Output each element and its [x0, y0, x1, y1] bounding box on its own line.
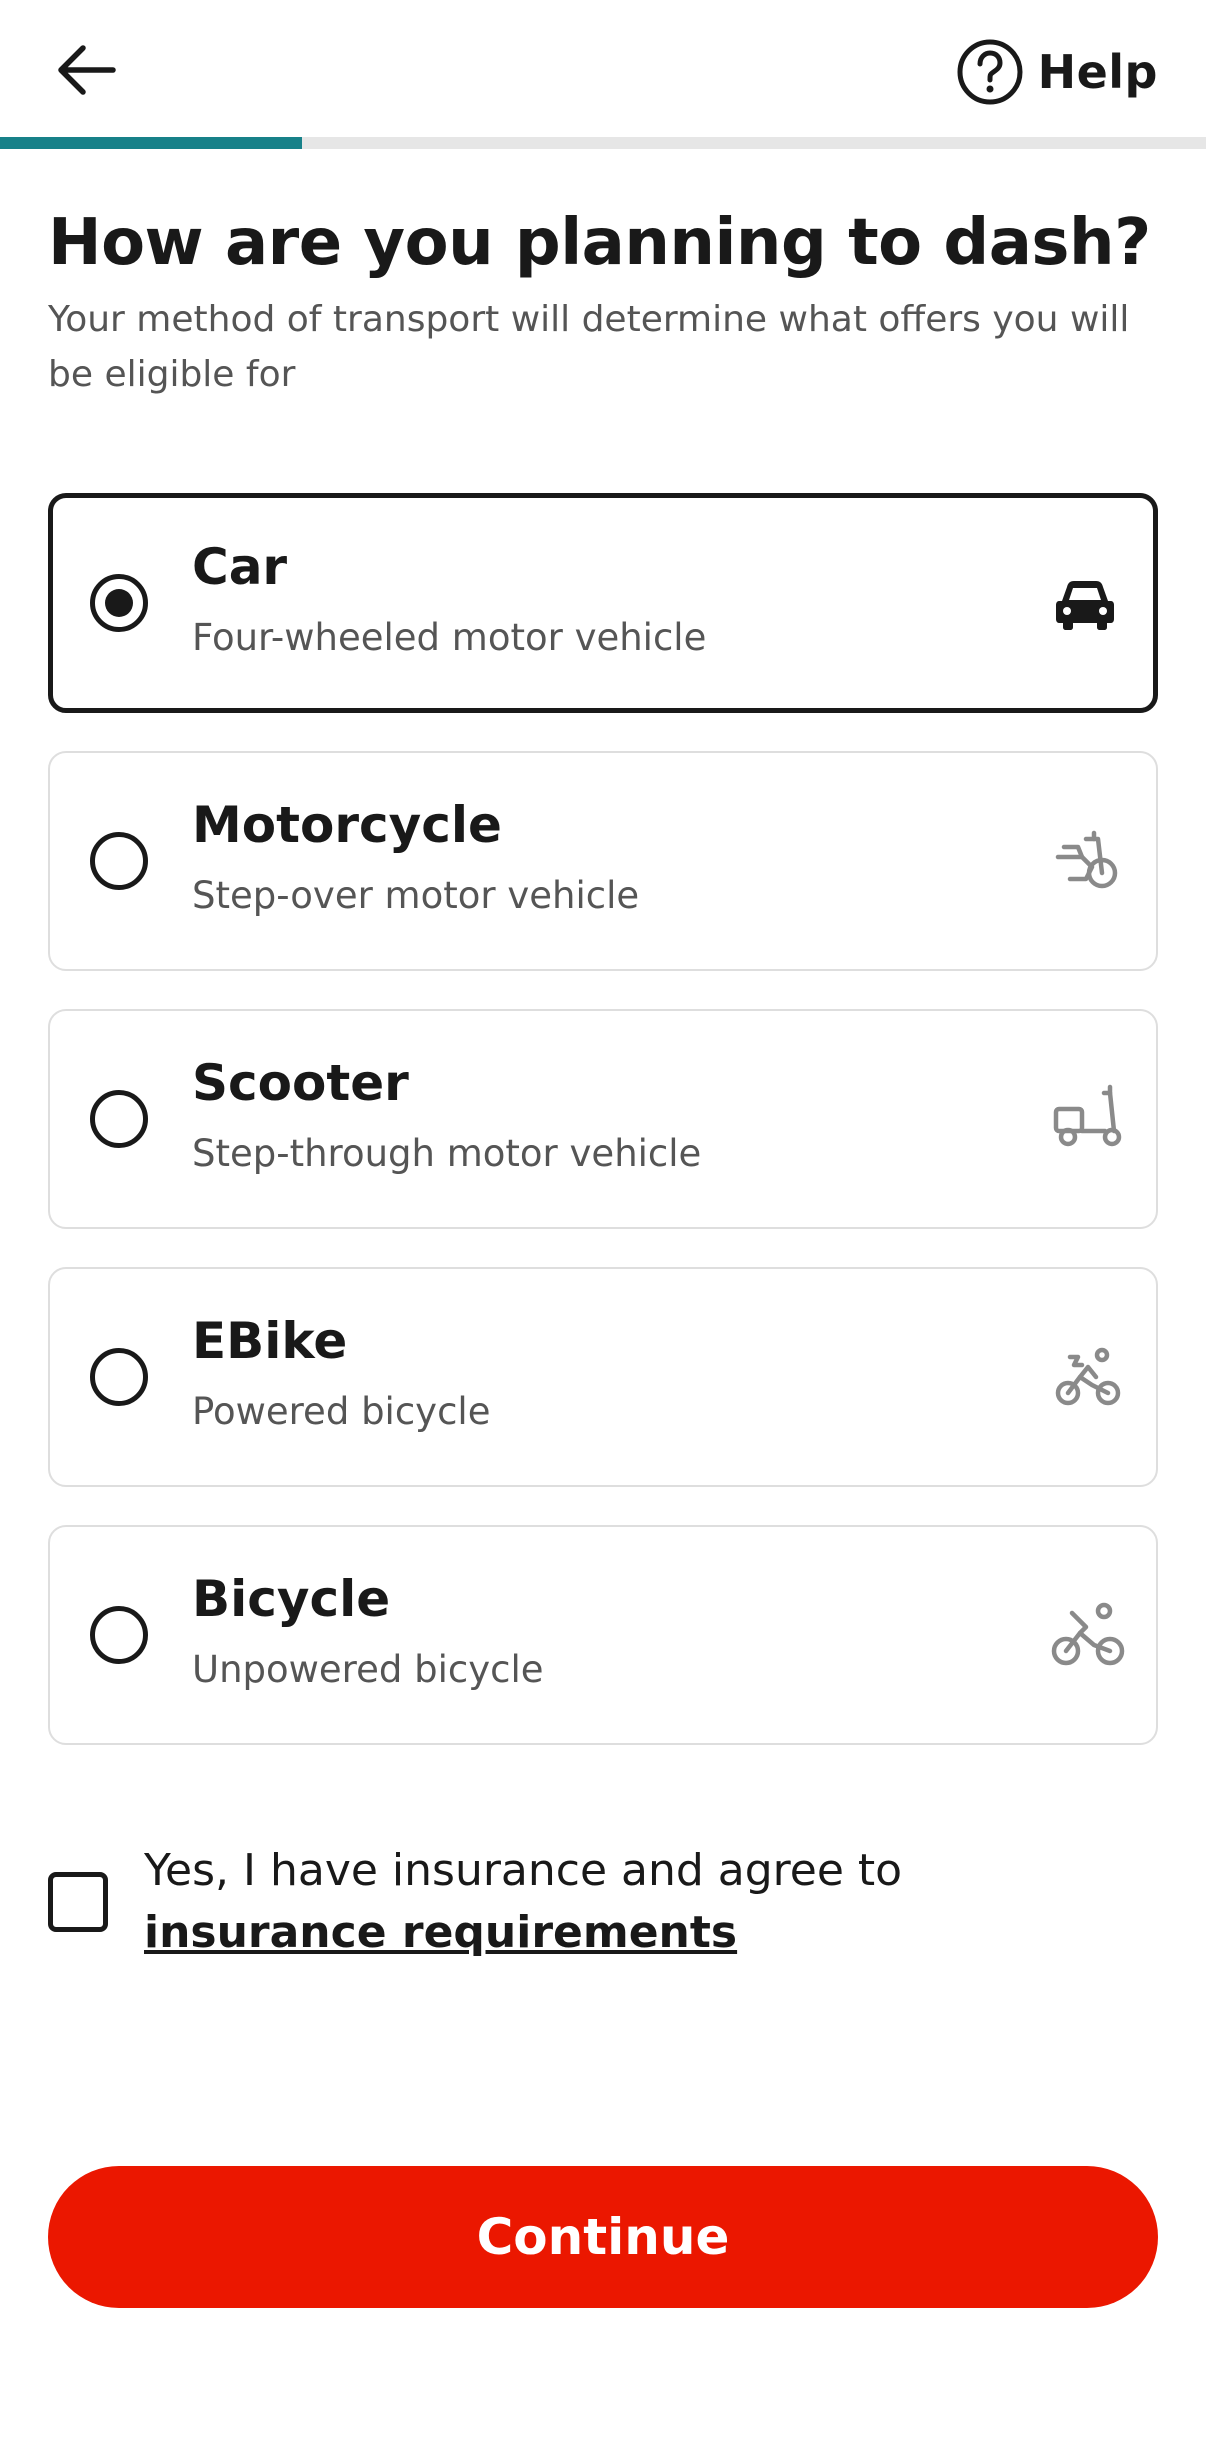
option-title: Bicycle	[192, 1570, 391, 1628]
insurance-text: Yes, I have insurance and agree to	[144, 1845, 903, 1896]
radio-selected[interactable]	[90, 574, 148, 632]
arrow-left-icon	[58, 45, 116, 95]
insurance-agreement: Yes, I have insurance and agree to insur…	[144, 1840, 1134, 1964]
question-circle-icon	[957, 39, 1023, 105]
ebike-icon	[1055, 1347, 1121, 1406]
option-title: Scooter	[192, 1054, 409, 1112]
option-title: EBike	[192, 1312, 348, 1370]
help-label: Help	[1037, 45, 1158, 99]
insurance-requirements-link[interactable]: insurance requirements	[144, 1907, 737, 1958]
option-car[interactable]: Car Four-wheeled motor vehicle	[48, 493, 1158, 713]
back-button[interactable]	[40, 30, 130, 110]
radio-unselected[interactable]	[90, 1606, 148, 1664]
page-title: How are you planning to dash?	[48, 206, 1151, 280]
radio-unselected[interactable]	[90, 832, 148, 890]
option-subtitle: Step-over motor vehicle	[192, 874, 640, 917]
radio-unselected[interactable]	[90, 1090, 148, 1148]
insurance-checkbox[interactable]	[48, 1872, 108, 1932]
option-bicycle[interactable]: Bicycle Unpowered bicycle	[48, 1525, 1158, 1745]
progress-bar	[0, 137, 1206, 149]
option-motorcycle[interactable]: Motorcycle Step-over motor vehicle	[48, 751, 1158, 971]
continue-button[interactable]: Continue	[48, 2166, 1158, 2308]
help-button[interactable]: Help	[956, 32, 1158, 112]
progress-fill	[0, 137, 302, 149]
option-title: Motorcycle	[192, 796, 502, 854]
option-subtitle: Four-wheeled motor vehicle	[192, 616, 707, 659]
option-title: Car	[192, 538, 288, 596]
bicycle-icon	[1051, 1602, 1125, 1666]
radio-dot	[105, 589, 133, 617]
option-subtitle: Unpowered bicycle	[192, 1648, 544, 1691]
radio-unselected[interactable]	[90, 1348, 148, 1406]
scooter-icon	[1053, 1084, 1122, 1147]
car-icon	[1056, 581, 1114, 630]
option-ebike[interactable]: EBike Powered bicycle	[48, 1267, 1158, 1487]
page-subtitle: Your method of transport will determine …	[48, 299, 1130, 395]
option-subtitle: Step-through motor vehicle	[192, 1132, 702, 1175]
option-scooter[interactable]: Scooter Step-through motor vehicle	[48, 1009, 1158, 1229]
motorcycle-icon	[1055, 830, 1118, 889]
option-subtitle: Powered bicycle	[192, 1390, 491, 1433]
